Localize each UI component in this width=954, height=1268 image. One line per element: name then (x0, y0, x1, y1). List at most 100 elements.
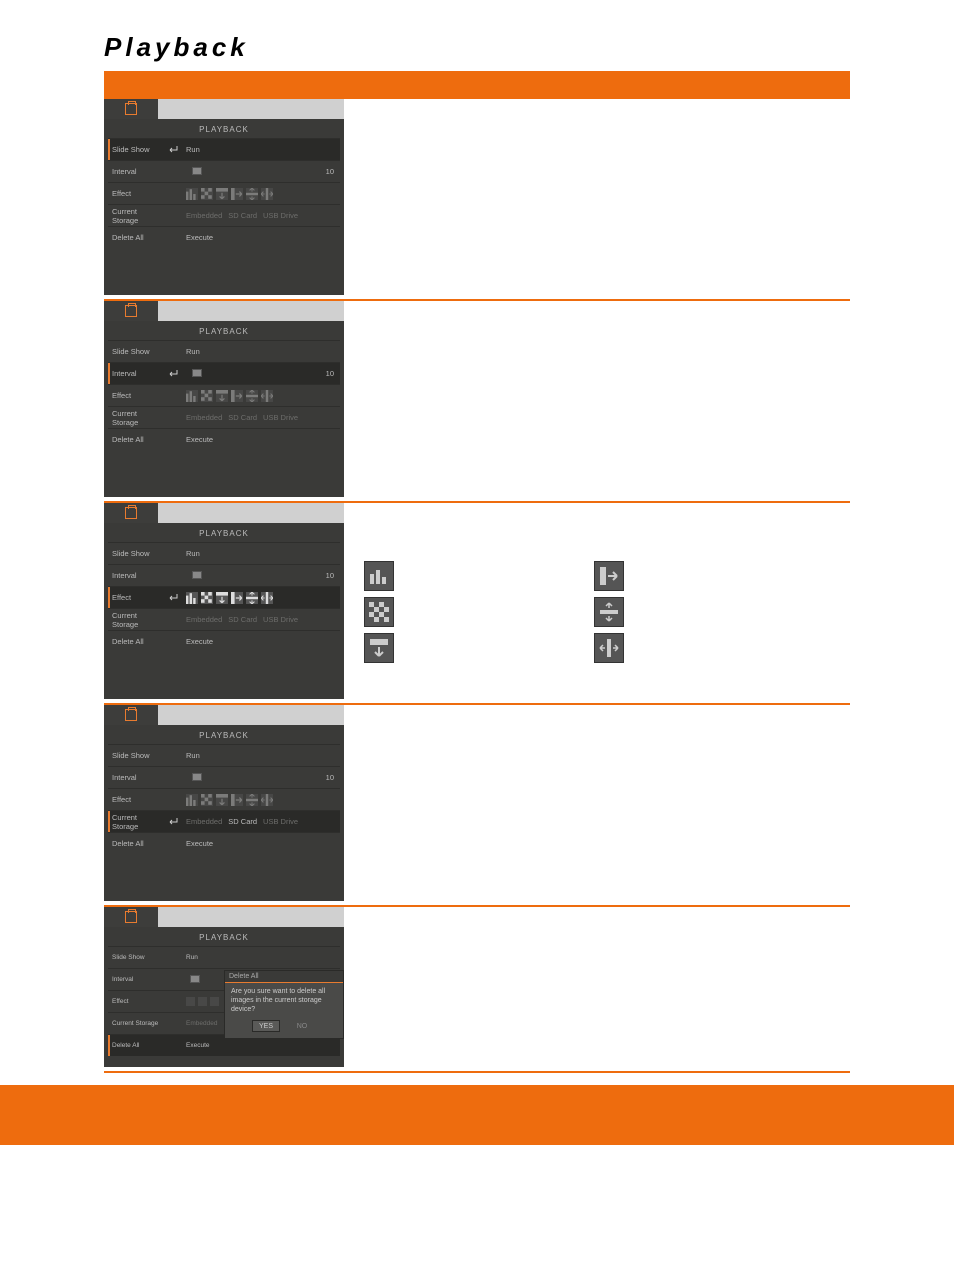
down-transition-icon[interactable] (216, 592, 228, 604)
label-slideshow: Slide Show (108, 751, 164, 760)
bars-transition-icon[interactable] (186, 188, 198, 200)
playback-tab[interactable] (104, 503, 158, 523)
row-interval[interactable]: Interval 10 (108, 160, 340, 182)
screenshot-deleteall: PLAYBACK Slide Show Run Interval 10 Effe… (104, 907, 344, 1067)
enter-icon (166, 593, 180, 603)
tab-bar-remainder (158, 907, 344, 927)
label-slideshow: Slide Show (108, 347, 164, 356)
checker-transition-icon[interactable] (198, 997, 207, 1006)
row-deleteall[interactable]: Delete All Execute (108, 226, 340, 248)
split-vertical-transition-icon[interactable] (261, 188, 273, 200)
label-slideshow: Slide Show (108, 145, 164, 154)
row-storage[interactable]: Current Storage Embedded SD Card USB Dri… (108, 608, 340, 630)
playback-tab[interactable] (104, 301, 158, 321)
row-deleteall[interactable]: Delete All Execute (108, 630, 340, 652)
storage-embedded[interactable]: Embedded (186, 817, 222, 826)
label-storage: Current Storage (108, 409, 164, 427)
effect-icons-row (186, 794, 273, 806)
value-execute: Execute (186, 1042, 210, 1049)
enter-icon (166, 369, 180, 379)
checker-transition-icon[interactable] (201, 188, 213, 200)
playback-icon (125, 305, 137, 317)
dialog-no-button[interactable]: NO (288, 1020, 316, 1032)
value-execute: Execute (186, 435, 213, 444)
row-slideshow[interactable]: Slide Show Run (108, 340, 340, 362)
storage-sdcard[interactable]: SD Card (228, 817, 257, 826)
tab-bar-remainder (158, 99, 344, 119)
enter-icon (166, 145, 180, 155)
row-slideshow[interactable]: Slide Show Run (108, 946, 340, 968)
description-deleteall (344, 907, 850, 1067)
slider-knob[interactable] (192, 773, 202, 781)
playback-tab[interactable] (104, 705, 158, 725)
storage-embedded: Embedded (186, 211, 222, 220)
split-horizontal-transition-icon[interactable] (246, 794, 258, 806)
row-effect[interactable]: Effect (108, 788, 340, 810)
slider-knob[interactable] (192, 571, 202, 579)
effect-icons-row (186, 188, 273, 200)
dialog-title: Delete All (225, 971, 343, 983)
playback-tab[interactable] (104, 99, 158, 119)
row-storage[interactable]: Current Storage Embedded SD Card USB Dri… (108, 810, 340, 832)
tab-bar-remainder (158, 705, 344, 725)
row-storage[interactable]: Current Storage Embedded SD Card USB Dri… (108, 406, 340, 428)
label-storage: Current Storage (108, 1020, 164, 1027)
bars-transition-icon[interactable] (186, 390, 198, 402)
slide-right-transition-icon[interactable] (231, 390, 243, 402)
slider-knob[interactable] (192, 167, 202, 175)
playback-tab[interactable] (104, 907, 158, 927)
label-storage: Current Storage (108, 813, 164, 831)
row-effect[interactable]: Effect (108, 384, 340, 406)
row-effect[interactable]: Effect (108, 182, 340, 204)
interval-slider[interactable] (186, 167, 286, 177)
value-interval: 10 (316, 369, 340, 378)
split-horizontal-transition-icon[interactable] (246, 188, 258, 200)
enter-icon (166, 817, 180, 827)
split-vertical-transition-icon[interactable] (261, 592, 273, 604)
slider-knob[interactable] (190, 975, 200, 983)
checker-transition-icon[interactable] (201, 794, 213, 806)
split-horizontal-transition-icon[interactable] (246, 592, 258, 604)
value-execute: Execute (186, 233, 213, 242)
slide-right-transition-icon[interactable] (231, 188, 243, 200)
split-vertical-transition-icon[interactable] (261, 390, 273, 402)
bars-transition-icon[interactable] (186, 997, 195, 1006)
row-interval[interactable]: Interval 10 (108, 766, 340, 788)
down-transition-icon[interactable] (216, 188, 228, 200)
interval-slider[interactable] (186, 571, 286, 581)
slide-right-transition-icon[interactable] (231, 794, 243, 806)
screenshot-interval: PLAYBACK Slide Show Run Interval 10 (104, 301, 344, 497)
row-interval[interactable]: Interval 10 (108, 362, 340, 384)
bars-transition-icon[interactable] (186, 794, 198, 806)
down-transition-icon[interactable] (216, 794, 228, 806)
value-interval: 10 (316, 167, 340, 176)
label-storage: Current Storage (108, 611, 164, 629)
row-effect[interactable]: Effect (108, 586, 340, 608)
checker-transition-icon[interactable] (201, 592, 213, 604)
storage-usb[interactable]: USB Drive (263, 817, 298, 826)
bars-transition-icon[interactable] (186, 592, 198, 604)
label-storage: Current Storage (108, 207, 164, 225)
row-slideshow[interactable]: Slide Show Run (108, 138, 340, 160)
checker-transition-icon[interactable] (201, 390, 213, 402)
row-slideshow[interactable]: Slide Show Run (108, 542, 340, 564)
slide-right-transition-icon[interactable] (231, 592, 243, 604)
down-transition-icon[interactable] (216, 390, 228, 402)
row-storage[interactable]: Current Storage Embedded SD Card USB Dri… (108, 204, 340, 226)
row-deleteall[interactable]: Delete All Execute (108, 832, 340, 854)
dialog-yes-button[interactable]: YES (252, 1020, 280, 1032)
interval-slider[interactable] (186, 369, 286, 379)
row-interval[interactable]: Interval 10 (108, 564, 340, 586)
slider-knob[interactable] (192, 369, 202, 377)
value-run: Run (186, 751, 200, 760)
section-slideshow: PLAYBACK Slide Show Run Interval 10 (104, 99, 850, 301)
label-slideshow: Slide Show (108, 954, 164, 961)
split-vertical-transition-icon[interactable] (261, 794, 273, 806)
row-deleteall[interactable]: Delete All Execute (108, 428, 340, 450)
storage-embedded: Embedded (186, 1020, 217, 1027)
row-slideshow[interactable]: Slide Show Run (108, 744, 340, 766)
down-transition-icon[interactable] (210, 997, 219, 1006)
split-horizontal-transition-icon[interactable] (246, 390, 258, 402)
description-interval (344, 301, 850, 497)
interval-slider[interactable] (186, 773, 286, 783)
